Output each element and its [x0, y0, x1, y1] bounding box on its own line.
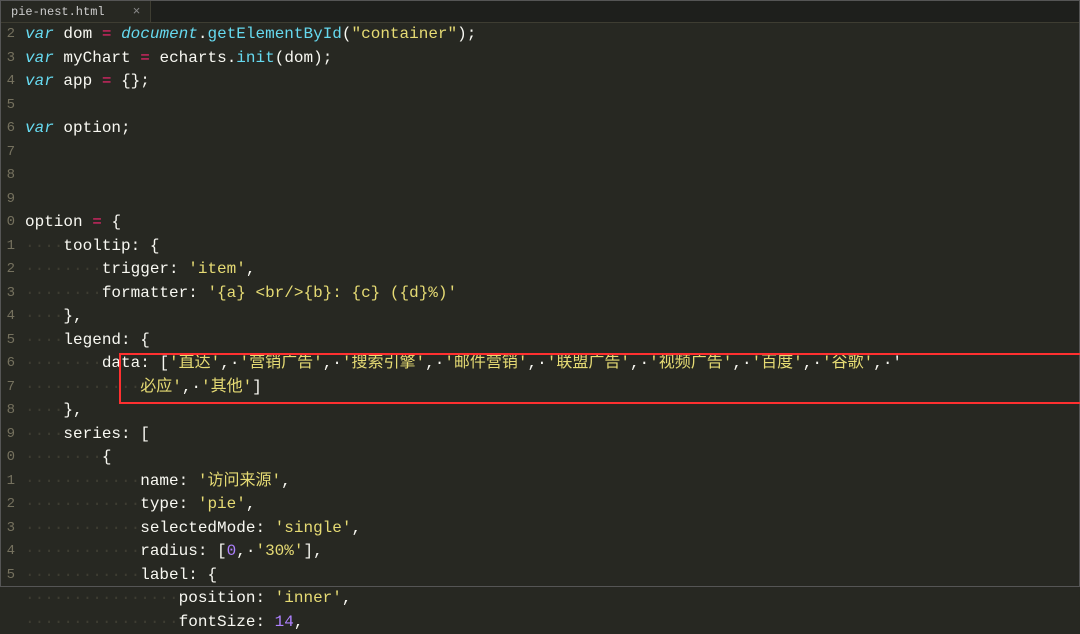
code-line [25, 188, 1079, 212]
file-tab[interactable]: pie-nest.html × [1, 1, 151, 22]
tab-filename: pie-nest.html [11, 5, 105, 19]
tab-bar: pie-nest.html × [1, 1, 1079, 23]
code-line: ············type: 'pie', [25, 493, 1079, 517]
code-line: ················position: 'inner', [25, 587, 1079, 611]
close-icon[interactable]: × [133, 5, 141, 18]
code-line: ····}, [25, 399, 1079, 423]
code-line: var app = {}; [25, 70, 1079, 94]
code-line: var dom = document.getElementById("conta… [25, 23, 1079, 47]
code-line: ····tooltip: { [25, 235, 1079, 259]
code-line: ····legend: { [25, 329, 1079, 353]
code-line: option = { [25, 211, 1079, 235]
code-line: ····}, [25, 305, 1079, 329]
code-line: ········trigger: 'item', [25, 258, 1079, 282]
line-number-gutter: 234567890123456789012345 [1, 23, 19, 586]
code-content[interactable]: var dom = document.getElementById("conta… [19, 23, 1079, 586]
code-line: ········{ [25, 446, 1079, 470]
code-line: ········formatter: '{a} <br/>{b}: {c} ({… [25, 282, 1079, 306]
editor-area[interactable]: 234567890123456789012345 var dom = docum… [1, 23, 1079, 586]
code-line: ············selectedMode: 'single', [25, 517, 1079, 541]
code-line: ············radius: [0,·'30%'], [25, 540, 1079, 564]
code-line: ················fontSize: 14, [25, 611, 1079, 634]
code-line: var option; [25, 117, 1079, 141]
code-line: ············必应',·'其他'] [25, 376, 1079, 400]
code-line: ············label: { [25, 564, 1079, 588]
code-line: ········data: ['直达',·'营销广告',·'搜索引擎',·'邮件… [25, 352, 1079, 376]
code-line: ············name: '访问来源', [25, 470, 1079, 494]
code-line: ····series: [ [25, 423, 1079, 447]
code-line [25, 141, 1079, 165]
code-line [25, 94, 1079, 118]
code-line [25, 164, 1079, 188]
code-line: var myChart = echarts.init(dom); [25, 47, 1079, 71]
